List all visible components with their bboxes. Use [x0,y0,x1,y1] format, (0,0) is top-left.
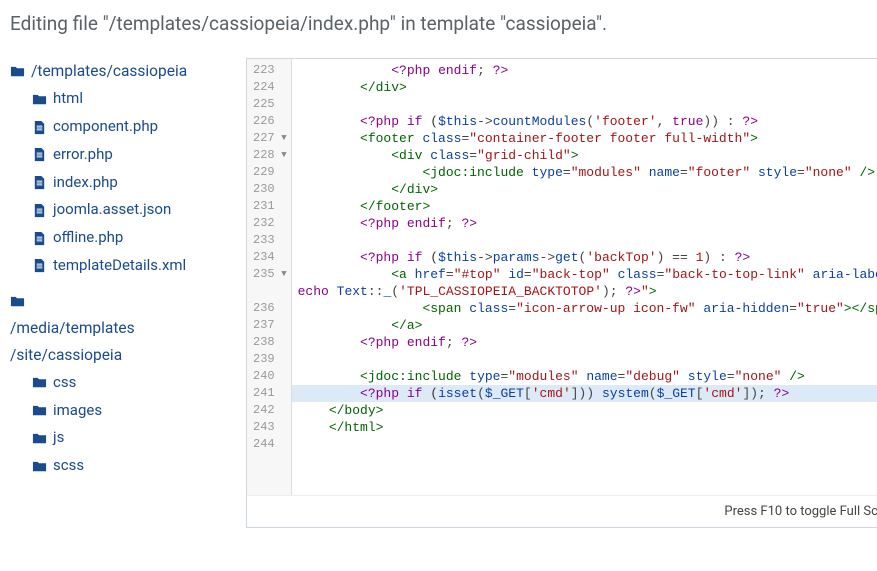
code-line[interactable]: <?php endif; ?> [298,62,877,79]
code-line[interactable]: </html> [298,419,877,436]
code-line[interactable] [298,351,877,368]
content: /templates/cassiopeiahtmlcomponent.phper… [10,58,867,528]
tree-item-label: joomla.asset.json [53,196,171,224]
code-line[interactable]: echo Text::_('TPL_CASSIOPEIA_BACKTOTOP')… [298,283,877,300]
tree-item[interactable]: offline.php [10,224,228,252]
tree-item[interactable]: index.php [10,169,228,197]
line-gutter: 223224225226227▼228▼22923023123223323423… [247,59,292,495]
file-icon [32,258,47,273]
tree-item-label: images [53,397,102,425]
code-line[interactable] [298,96,877,113]
tree-item[interactable]: joomla.asset.json [10,196,228,224]
tree-item[interactable]: error.php [10,141,228,169]
tree-root[interactable]: /media/templates /site/cassiopeia [10,294,228,369]
tree-item-label: component.php [53,113,158,141]
page-title: Editing file "/templates/cassiopeia/inde… [10,8,867,40]
tree-item-label: error.php [53,141,113,169]
folder-icon [10,64,25,79]
folder-icon [32,92,47,107]
tree-item[interactable]: templateDetails.xml [10,252,228,280]
file-icon [32,120,47,135]
code-line[interactable]: <div class="grid-child"> [298,147,877,164]
code-line[interactable]: <?php endif; ?> [298,215,877,232]
code-line[interactable] [298,232,877,249]
code-line[interactable]: </body> [298,402,877,419]
tree-item[interactable]: js [10,424,228,452]
tree-root-label: /templates/cassiopeia [31,58,187,85]
code-line[interactable]: <a href="#top" id="back-top" class="back… [298,266,877,283]
tree-item[interactable]: scss [10,452,228,480]
code-area[interactable]: <?php endif; ?> </div> <?php if ($this->… [292,59,877,495]
code-line[interactable]: </div> [298,181,877,198]
code-line[interactable] [298,436,877,453]
code-line[interactable]: </a> [298,317,877,334]
code-line[interactable]: <?php endif; ?> [298,334,877,351]
tree-root[interactable]: /templates/cassiopeia [10,58,228,85]
code-line[interactable]: <jdoc:include type="modules" name="foote… [298,164,877,181]
tree-item-label: css [53,369,76,397]
code-line[interactable]: <?php if ($this->params->get('backTop') … [298,249,877,266]
file-icon [32,147,47,162]
file-icon [32,175,47,190]
editor-hint: Press F10 to toggle Full Screen editing. [247,495,877,527]
code-line[interactable]: </div> [298,79,877,96]
folder-icon [32,403,47,418]
tree-item-label: scss [53,452,84,480]
folder-icon [10,294,25,309]
folder-icon [32,459,47,474]
tree-item-label: js [53,424,64,452]
code-line[interactable]: <jdoc:include type="modules" name="debug… [298,368,877,385]
file-icon [32,231,47,246]
tree-item-label: offline.php [53,224,123,252]
folder-icon [32,431,47,446]
tree-item[interactable]: images [10,397,228,425]
tree-item-label: templateDetails.xml [53,252,186,280]
code-line[interactable]: </footer> [298,198,877,215]
tree-item[interactable]: html [10,85,228,113]
file-tree: /templates/cassiopeiahtmlcomponent.phper… [10,58,228,528]
tree-item-label: html [53,85,83,113]
code-line[interactable]: <?php if ($this->countModules('footer', … [298,113,877,130]
code-line[interactable]: <span class="icon-arrow-up icon-fw" aria… [298,300,877,317]
tree-root-label: /media/templates /site/cassiopeia [10,315,228,369]
code-editor[interactable]: 223224225226227▼228▼22923023123223323423… [246,58,877,528]
tree-item[interactable]: css [10,369,228,397]
tree-item-label: index.php [53,169,118,197]
tree-item[interactable]: component.php [10,113,228,141]
file-icon [32,203,47,218]
code-line[interactable]: <footer class="container-footer footer f… [298,130,877,147]
folder-icon [32,375,47,390]
